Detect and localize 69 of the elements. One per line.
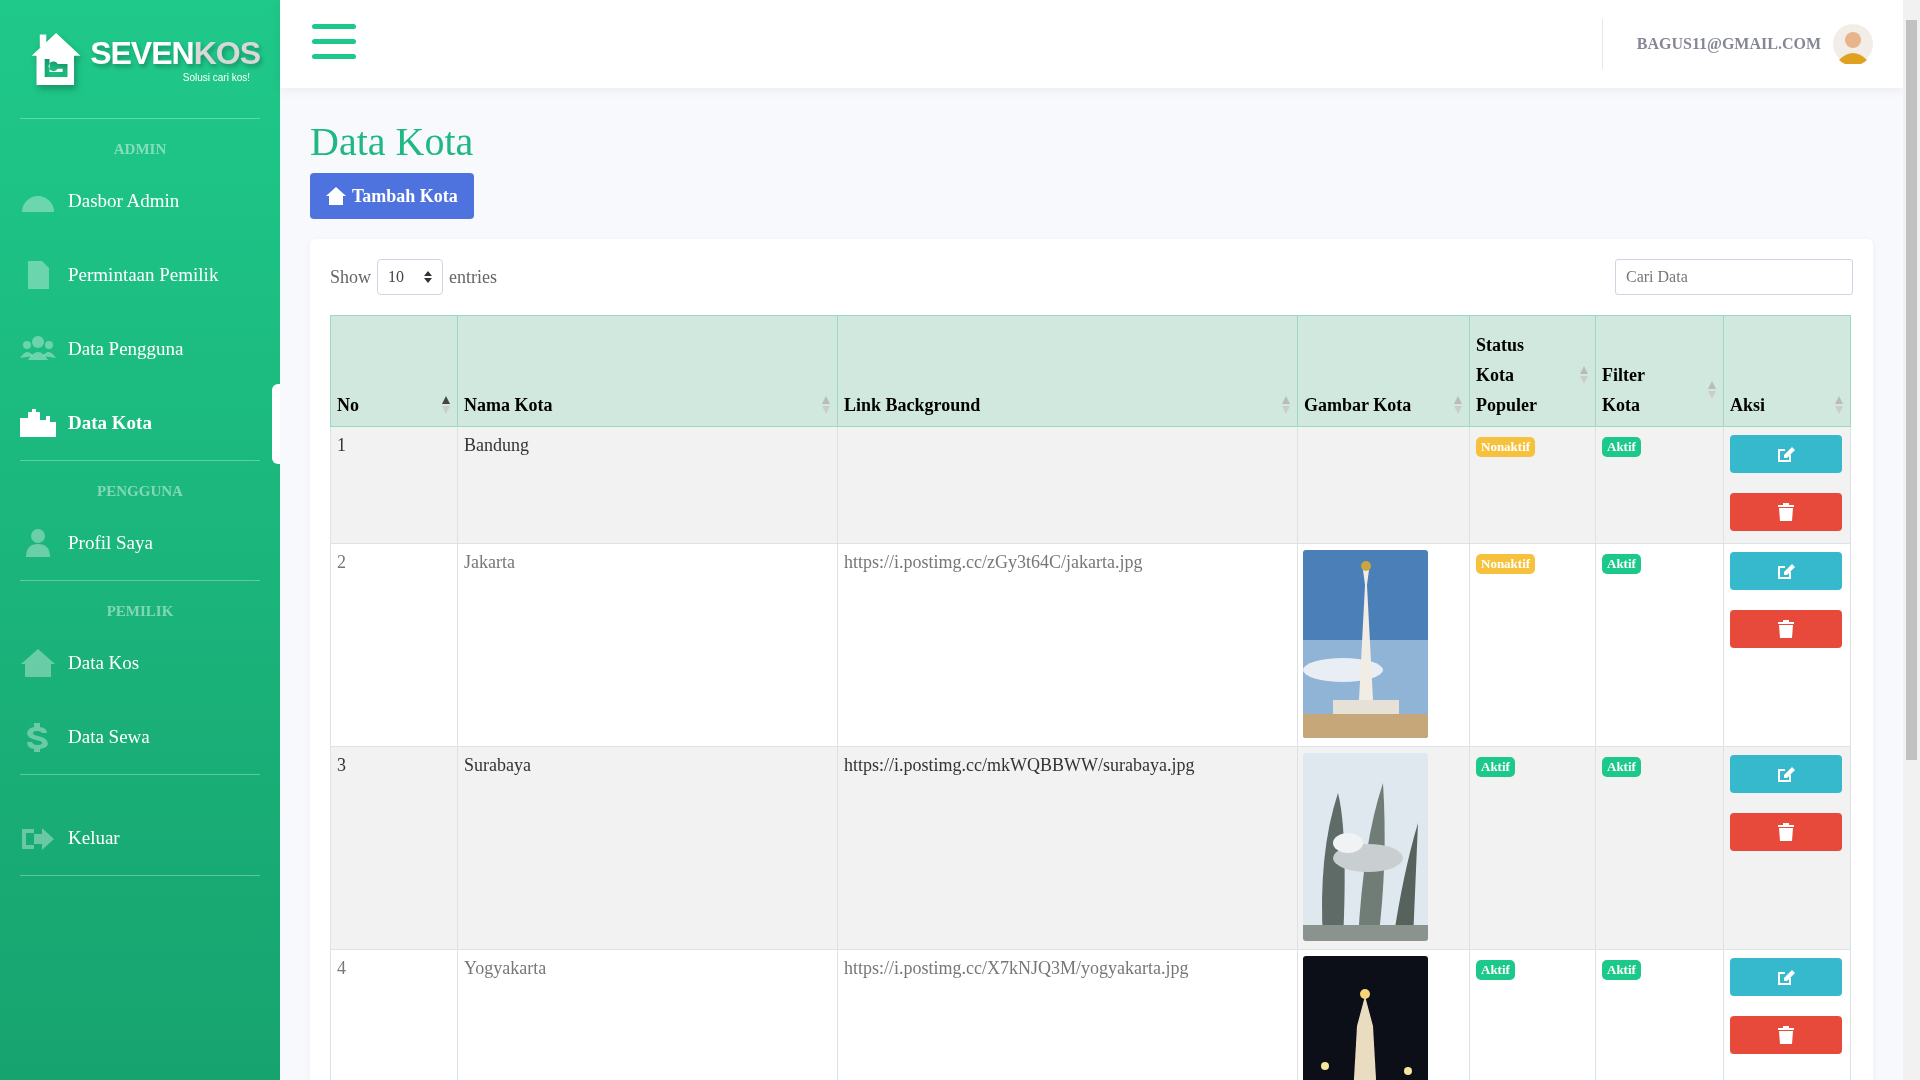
trash-icon xyxy=(1778,503,1794,521)
show-label: Show xyxy=(330,266,371,288)
delete-button[interactable] xyxy=(1730,813,1842,851)
select-caret-icon xyxy=(424,271,432,283)
avatar-icon[interactable] xyxy=(1833,24,1873,64)
sidebar-item[interactable]: Data Sewa xyxy=(20,700,260,774)
trash-icon xyxy=(1778,620,1794,638)
status-badge: Aktif xyxy=(1476,757,1515,777)
house-icon xyxy=(20,648,56,678)
scrollbar[interactable] xyxy=(1903,0,1920,1080)
page-title: Data Kota xyxy=(310,118,475,165)
city-icon xyxy=(20,408,56,438)
edit-button[interactable] xyxy=(1730,552,1842,590)
sidebar-item[interactable]: Data Pengguna xyxy=(20,312,260,386)
edit-icon xyxy=(1776,562,1796,580)
table-cell: Bandung xyxy=(464,435,529,455)
add-city-button[interactable]: Tambah Kota xyxy=(310,173,474,219)
status-badge: Nonaktif xyxy=(1476,437,1536,457)
column-header[interactable]: Status Kota Populer xyxy=(1469,315,1596,427)
column-header[interactable]: Aksi xyxy=(1723,315,1851,427)
status-badge: Aktif xyxy=(1602,437,1641,457)
sidebar-item[interactable]: Permintaan Pemilik xyxy=(20,238,260,312)
edit-button[interactable] xyxy=(1730,755,1842,793)
column-header[interactable]: Link Background xyxy=(837,315,1298,427)
menu-icon[interactable] xyxy=(312,24,356,60)
table-cell: Yogyakarta xyxy=(464,958,547,978)
table-cell: 3 xyxy=(337,755,346,775)
delete-button[interactable] xyxy=(1730,493,1842,531)
page-size-select[interactable]: 10 xyxy=(377,259,443,295)
entries-label: entries xyxy=(449,266,497,288)
house-icon xyxy=(326,187,346,205)
section-heading: PENGGUNA xyxy=(96,482,184,501)
edit-button[interactable] xyxy=(1730,435,1842,473)
section-heading: PEMILIK xyxy=(105,602,175,621)
user-email[interactable]: BAGUS11@GMAIL.COM xyxy=(1636,35,1821,53)
edit-icon xyxy=(1776,765,1796,783)
edit-button[interactable] xyxy=(1730,958,1842,996)
column-header[interactable]: Nama Kota xyxy=(457,315,838,427)
table-cell: https://i.postimg.cc/X7kNJQ3M/yogyakarta.jpg xyxy=(844,958,1189,978)
edit-icon xyxy=(1776,968,1796,986)
column-header[interactable]: No xyxy=(330,315,458,427)
table-cell: https://i.postimg.cc/zGy3t64C/jakarta.jpg xyxy=(844,552,1143,572)
delete-button[interactable] xyxy=(1730,1016,1842,1054)
table-cell: 2 xyxy=(337,552,346,572)
delete-button[interactable] xyxy=(1730,610,1842,648)
trash-icon xyxy=(1778,823,1794,841)
sidebar-item[interactable]: Dasbor Admin xyxy=(20,164,260,238)
status-badge: Nonaktif xyxy=(1476,554,1536,574)
logo-text: SEVENKOS xyxy=(90,35,260,72)
trash-icon xyxy=(1778,1026,1794,1044)
sidebar-item[interactable]: Keluar xyxy=(20,801,260,875)
sidebar-item[interactable]: Data Kos xyxy=(20,626,260,700)
sidebar-item[interactable]: Profil Saya xyxy=(20,506,260,580)
status-badge: Aktif xyxy=(1602,554,1641,574)
table-cell: https://i.postimg.cc/mkWQBBWW/surabaya.jpg xyxy=(844,755,1195,775)
table-cell: Jakarta xyxy=(464,552,515,572)
status-badge: Aktif xyxy=(1602,757,1641,777)
table-cell: 1 xyxy=(337,435,346,455)
table-cell: Surabaya xyxy=(464,755,531,775)
search-field[interactable]: Cari Data xyxy=(1615,259,1853,295)
tagline: Solusi cari kos! xyxy=(182,72,250,83)
column-header[interactable]: Filter Kota xyxy=(1595,315,1724,427)
status-badge: Aktif xyxy=(1602,960,1641,980)
table-cell: 4 xyxy=(337,958,346,978)
column-header[interactable]: Gambar Kota xyxy=(1297,315,1470,427)
status-badge: Aktif xyxy=(1476,960,1515,980)
sidebar-item[interactable]: Data Kota xyxy=(20,386,260,460)
edit-icon xyxy=(1776,445,1796,463)
section-heading: ADMIN xyxy=(112,140,168,159)
